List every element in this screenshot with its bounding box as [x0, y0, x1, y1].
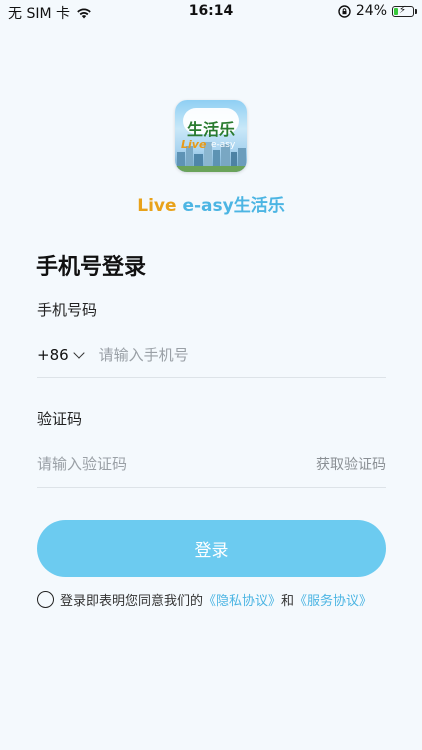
- battery-fill: [394, 7, 398, 15]
- agreement-and: 和: [281, 594, 295, 609]
- charging-bolt-icon: ⚡: [399, 4, 407, 16]
- logo-text-en2: e-asy: [211, 140, 236, 150]
- login-button[interactable]: 登录: [37, 520, 386, 577]
- service-link[interactable]: 《服务协议》: [294, 590, 372, 609]
- privacy-link[interactable]: 《隐私协议》: [203, 590, 281, 609]
- phone-row: +86: [37, 338, 386, 378]
- logo-text-en: Live: [181, 138, 207, 151]
- agreement: 登录即表明您同意我们的 《隐私协议》 和 《服务协议》: [37, 590, 372, 609]
- orientation-lock-icon: [338, 4, 351, 18]
- battery-percent: 24%: [355, 3, 387, 19]
- code-label: 验证码: [37, 410, 83, 428]
- brand-rest: e-asy生活乐: [182, 196, 285, 216]
- country-code-value: +86: [37, 345, 69, 364]
- country-code-select[interactable]: +86: [37, 345, 85, 364]
- get-code-button[interactable]: 获取验证码: [316, 454, 386, 474]
- app-logo: 生活乐 Live e-asy: [175, 100, 247, 172]
- page-title: 手机号登录: [36, 255, 147, 280]
- agreement-checkbox[interactable]: [37, 591, 54, 608]
- chevron-down-icon: [72, 346, 85, 359]
- status-bar: 无 SIM 卡 16:14 24% ⚡: [0, 0, 422, 24]
- logo-text-cn: 生活乐: [186, 120, 235, 139]
- brand-live: Live: [137, 196, 177, 216]
- brand-name: Live e-asy生活乐: [0, 191, 422, 216]
- agreement-prefix: 登录即表明您同意我们的: [60, 594, 204, 609]
- status-right: 24% ⚡: [338, 3, 417, 19]
- code-input[interactable]: [37, 455, 257, 473]
- battery-icon: ⚡: [392, 4, 417, 17]
- phone-input[interactable]: [98, 345, 339, 364]
- phone-label: 手机号码: [37, 301, 98, 319]
- code-row: 获取验证码: [37, 447, 386, 488]
